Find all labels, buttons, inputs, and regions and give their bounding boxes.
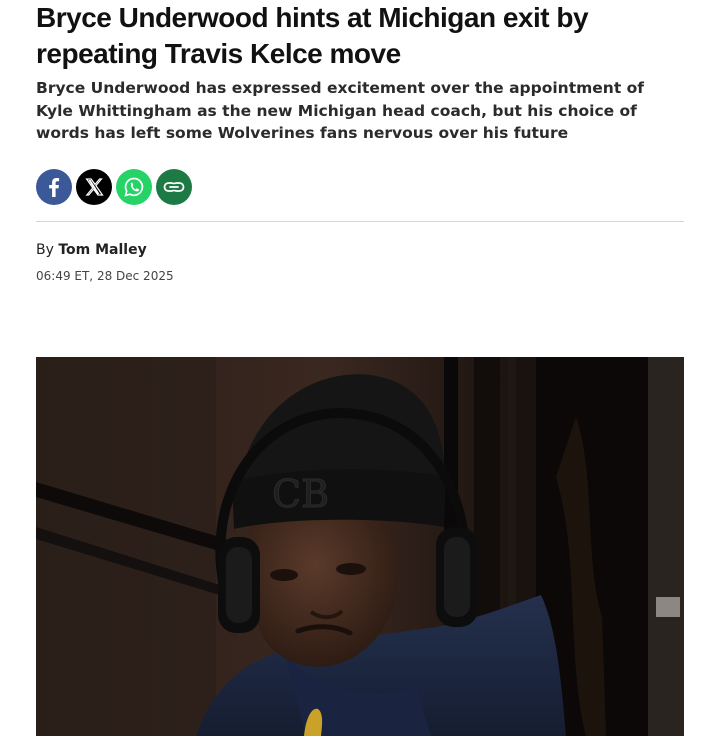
share-bar <box>36 169 192 205</box>
x-share-button[interactable] <box>76 169 112 205</box>
facebook-icon <box>36 169 72 205</box>
byline-prefix: By <box>36 242 54 258</box>
x-icon <box>76 169 112 205</box>
standfirst: Bryce Underwood has expressed excitement… <box>36 79 645 142</box>
hero-photo: CB <box>36 357 684 736</box>
whatsapp-share-button[interactable] <box>116 169 152 205</box>
byline: By Tom Malley <box>36 240 147 260</box>
author-link[interactable]: Tom Malley <box>58 242 146 258</box>
beanie-logo: CB <box>272 472 329 516</box>
headline: Bryce Underwood hints at Michigan exit b… <box>36 2 589 69</box>
divider <box>36 221 684 222</box>
hero-image: CB <box>36 357 684 736</box>
article: Bryce Underwood hints at Michigan exit b… <box>0 0 720 736</box>
facebook-share-button[interactable] <box>36 169 72 205</box>
publish-timestamp: 06:49 ET, 28 Dec 2025 <box>36 269 174 283</box>
link-icon <box>156 169 192 205</box>
copy-link-button[interactable] <box>156 169 192 205</box>
whatsapp-icon <box>116 169 152 205</box>
